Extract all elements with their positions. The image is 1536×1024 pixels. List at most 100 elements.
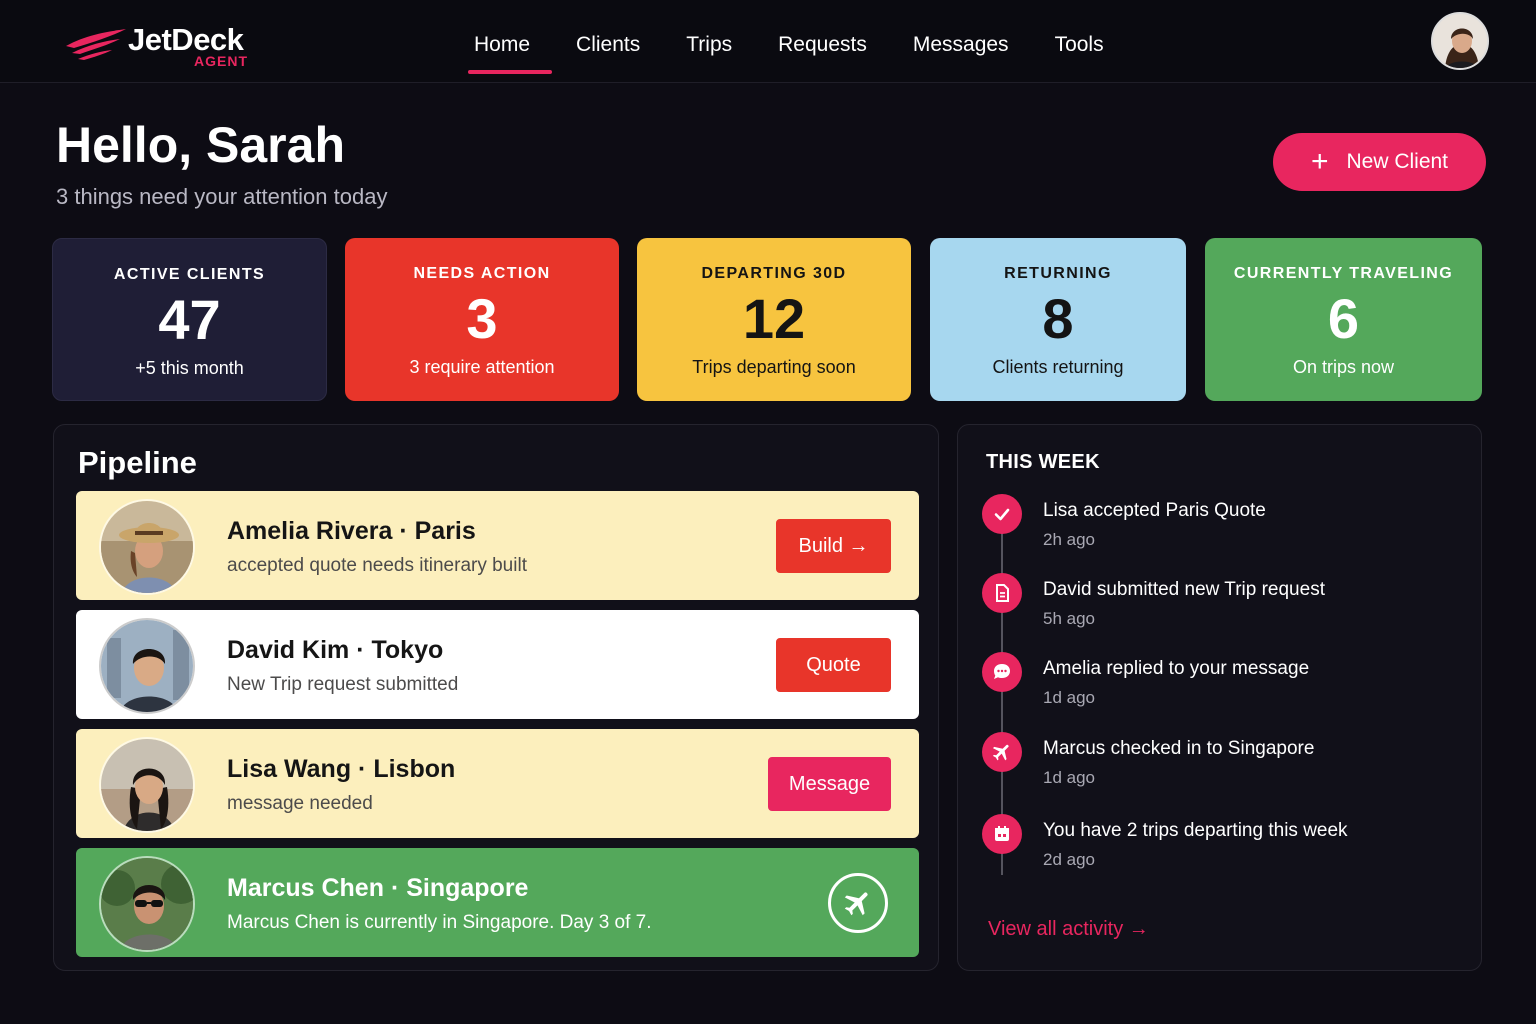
client-trip-title: Amelia Rivera · Paris [227,517,476,546]
client-portrait-icon [101,739,193,831]
stat-value: 6 [1327,287,1360,350]
nav-trips[interactable]: Trips [686,0,732,83]
attention-summary: 3 things need your attention today [56,184,388,209]
activity-time: 2h ago [1043,530,1095,549]
activity-text: Lisa accepted Paris Quote [1043,500,1266,521]
client-trip-title: Marcus Chen · Singapore [227,874,528,903]
nav-messages[interactable]: Messages [913,0,1009,83]
stat-note: Trips departing soon [692,357,856,377]
activity-time: 1d ago [1043,768,1095,787]
check-icon [982,494,1022,534]
nav-clients[interactable]: Clients [576,0,640,83]
client-portrait-icon [101,501,193,593]
airplane-icon [982,732,1022,772]
stat-label: CURRENTLY TRAVELING [1233,265,1454,282]
activity-text: Amelia replied to your message [1043,658,1310,679]
top-navbar: JetDeck AGENT Home Clients Trips Request… [0,0,1536,83]
activity-time: 2d ago [1043,850,1095,869]
trip-status-button[interactable] [828,873,888,933]
activity-item[interactable]: Lisa accepted Paris Quote 2h ago [982,494,1462,556]
user-portrait-icon [1433,14,1487,68]
stat-card-departing[interactable]: DEPARTING 30D 12 Trips departing soon [637,238,911,401]
activity-item[interactable]: Marcus checked in to Singapore 1d ago [982,732,1462,794]
stat-note: On trips now [1292,357,1395,377]
activity-text: Marcus checked in to Singapore [1043,738,1315,759]
avatar [99,618,195,714]
client-status: accepted quote needs itinerary built [227,555,527,576]
stat-value: 12 [742,287,806,350]
stat-note: 3 require attention [409,357,555,377]
client-trip-title: Lisa Wang · Lisbon [227,755,455,784]
stat-value: 3 [466,287,498,350]
this-week-title: THIS WEEK [986,451,1100,473]
page-title: Hello, Sarah [56,117,345,173]
nav-tools[interactable]: Tools [1055,0,1104,83]
stat-card-returning[interactable]: RETURNING 8 Clients returning [930,238,1186,401]
stat-label: RETURNING [1004,265,1112,282]
stat-card-active-clients[interactable]: ACTIVE CLIENTS 47 +5 this month [52,238,327,401]
client-name: Marcus Chen [227,874,384,902]
activity-time: 5h ago [1043,609,1095,628]
separator: · [390,874,400,902]
brand-logo[interactable]: JetDeck AGENT [64,22,264,72]
stat-label: ACTIVE CLIENTS [113,266,266,283]
pipeline-title: Pipeline [78,445,197,480]
airplane-icon [844,892,868,916]
client-trip-title: David Kim · Tokyo [227,636,443,665]
destination: Singapore [406,874,529,902]
main-nav: Home Clients Trips Requests Messages Too… [468,0,1150,83]
separator: · [356,636,365,664]
avatar [99,499,195,595]
client-name: David Kim [227,636,350,664]
pipeline-row-david[interactable]: David Kim · Tokyo New Trip request submi… [76,610,919,719]
logo-wing-icon [66,29,126,60]
pipeline-panel: Pipeline Amelia Rivera · Paris accepted … [53,424,939,971]
user-avatar[interactable] [1431,12,1489,70]
client-status: New Trip request submitted [227,674,459,695]
pipeline-row-amelia[interactable]: Amelia Rivera · Paris accepted quote nee… [76,491,919,600]
stat-label: DEPARTING 30D [701,265,847,282]
document-icon [982,573,1022,613]
pipeline-row-lisa[interactable]: Lisa Wang · Lisbon message needed Messag… [76,729,919,838]
client-portrait-icon [101,858,193,950]
activity-time: 1d ago [1043,688,1095,707]
avatar [99,737,195,833]
view-all-activity-link[interactable]: View all activity → [988,918,1149,941]
this-week-panel: THIS WEEK Lisa accepted Paris Quote 2h a… [957,424,1482,971]
client-portrait-icon [101,620,193,712]
activity-item[interactable]: Amelia replied to your message 1d ago [982,652,1462,714]
stat-note: Clients returning [992,357,1124,377]
build-button[interactable]: Build → [776,519,891,573]
client-name: Lisa Wang [227,755,352,783]
activity-item[interactable]: You have 2 trips departing this week 2d … [982,814,1462,876]
avatar [99,856,195,952]
stat-value: 47 [158,288,221,351]
activity-text: You have 2 trips departing this week [1043,820,1348,841]
client-status: message needed [227,793,373,814]
stat-card-currently-traveling[interactable]: CURRENTLY TRAVELING 6 On trips now [1205,238,1482,401]
separator: · [399,517,408,545]
nav-requests[interactable]: Requests [778,0,867,83]
quote-button[interactable]: Quote [776,638,891,692]
client-name: Amelia Rivera [227,517,393,545]
message-button[interactable]: Message [768,757,891,811]
stat-note: +5 this month [135,358,244,378]
destination: Tokyo [371,636,444,664]
nav-home[interactable]: Home [468,0,553,83]
destination: Lisbon [373,755,456,783]
client-status: Marcus Chen is currently in Singapore. D… [227,912,652,933]
new-client-button[interactable]: + New Client [1273,133,1486,191]
stat-label: NEEDS ACTION [413,265,551,282]
chat-icon [982,652,1022,692]
calendar-icon [982,814,1022,854]
activity-item[interactable]: David submitted new Trip request 5h ago [982,573,1462,635]
activity-text: David submitted new Trip request [1043,579,1325,600]
stat-value: 8 [1042,287,1074,350]
new-client-label: New Client [1346,150,1449,173]
stat-card-needs-action[interactable]: NEEDS ACTION 3 3 require attention [345,238,619,401]
separator: · [358,755,367,783]
brand-subtitle: AGENT [194,53,248,69]
plus-icon: + [1310,145,1329,178]
pipeline-row-marcus[interactable]: Marcus Chen · Singapore Marcus Chen is c… [76,848,919,957]
destination: Paris [414,517,476,545]
